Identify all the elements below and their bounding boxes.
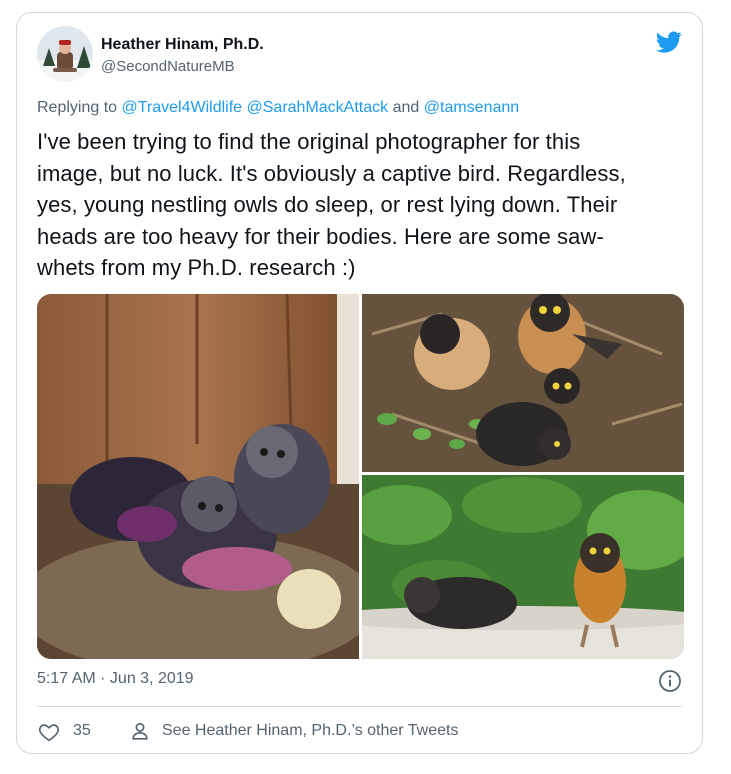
like-count[interactable]: 35 [73,722,91,740]
tweet-line: I've been trying to find the original ph… [37,129,581,154]
tweet-text: I've been trying to find the original ph… [37,126,677,284]
user-icon[interactable] [129,720,151,742]
twitter-bird-icon[interactable] [654,29,684,55]
photo-fledglings-on-log[interactable] [362,475,684,659]
photo-nestlings-nestbox[interactable] [37,294,359,659]
tweet-card: Heather Hinam, Ph.D. @SecondNatureMB Rep… [16,12,703,754]
mention-link[interactable]: @SarahMackAttack [247,99,389,116]
media-grid [37,294,684,659]
tweet-line: heads are too heavy for their bodies. He… [37,223,604,249]
reply-prefix: Replying to [37,99,118,116]
reply-context: Replying to @Travel4Wildlife @SarahMackA… [37,99,519,117]
heart-icon[interactable] [38,721,60,743]
divider [37,706,682,707]
handle[interactable]: @SecondNatureMB [101,58,235,75]
tweet-line: yes, young nestling owls do sleep, or re… [37,192,618,217]
avatar[interactable] [37,26,93,82]
tweet-timestamp[interactable]: 5:17 AM · Jun 3, 2019 [37,670,194,688]
see-other-tweets-link[interactable]: See Heather Hinam, Ph.D.’s other Tweets [162,722,458,740]
photo-fledglings-forest-floor[interactable] [362,294,684,472]
info-icon[interactable] [658,669,682,693]
reply-joiner: and [392,99,420,116]
display-name[interactable]: Heather Hinam, Ph.D. [101,36,264,54]
tweet-line: image, but no luck. It's obviously a cap… [37,160,626,186]
tweet-line: whets from my Ph.D. research :) [37,255,356,280]
mention-link[interactable]: @tamsenann [424,99,519,116]
mention-link[interactable]: @Travel4Wildlife [122,99,243,116]
